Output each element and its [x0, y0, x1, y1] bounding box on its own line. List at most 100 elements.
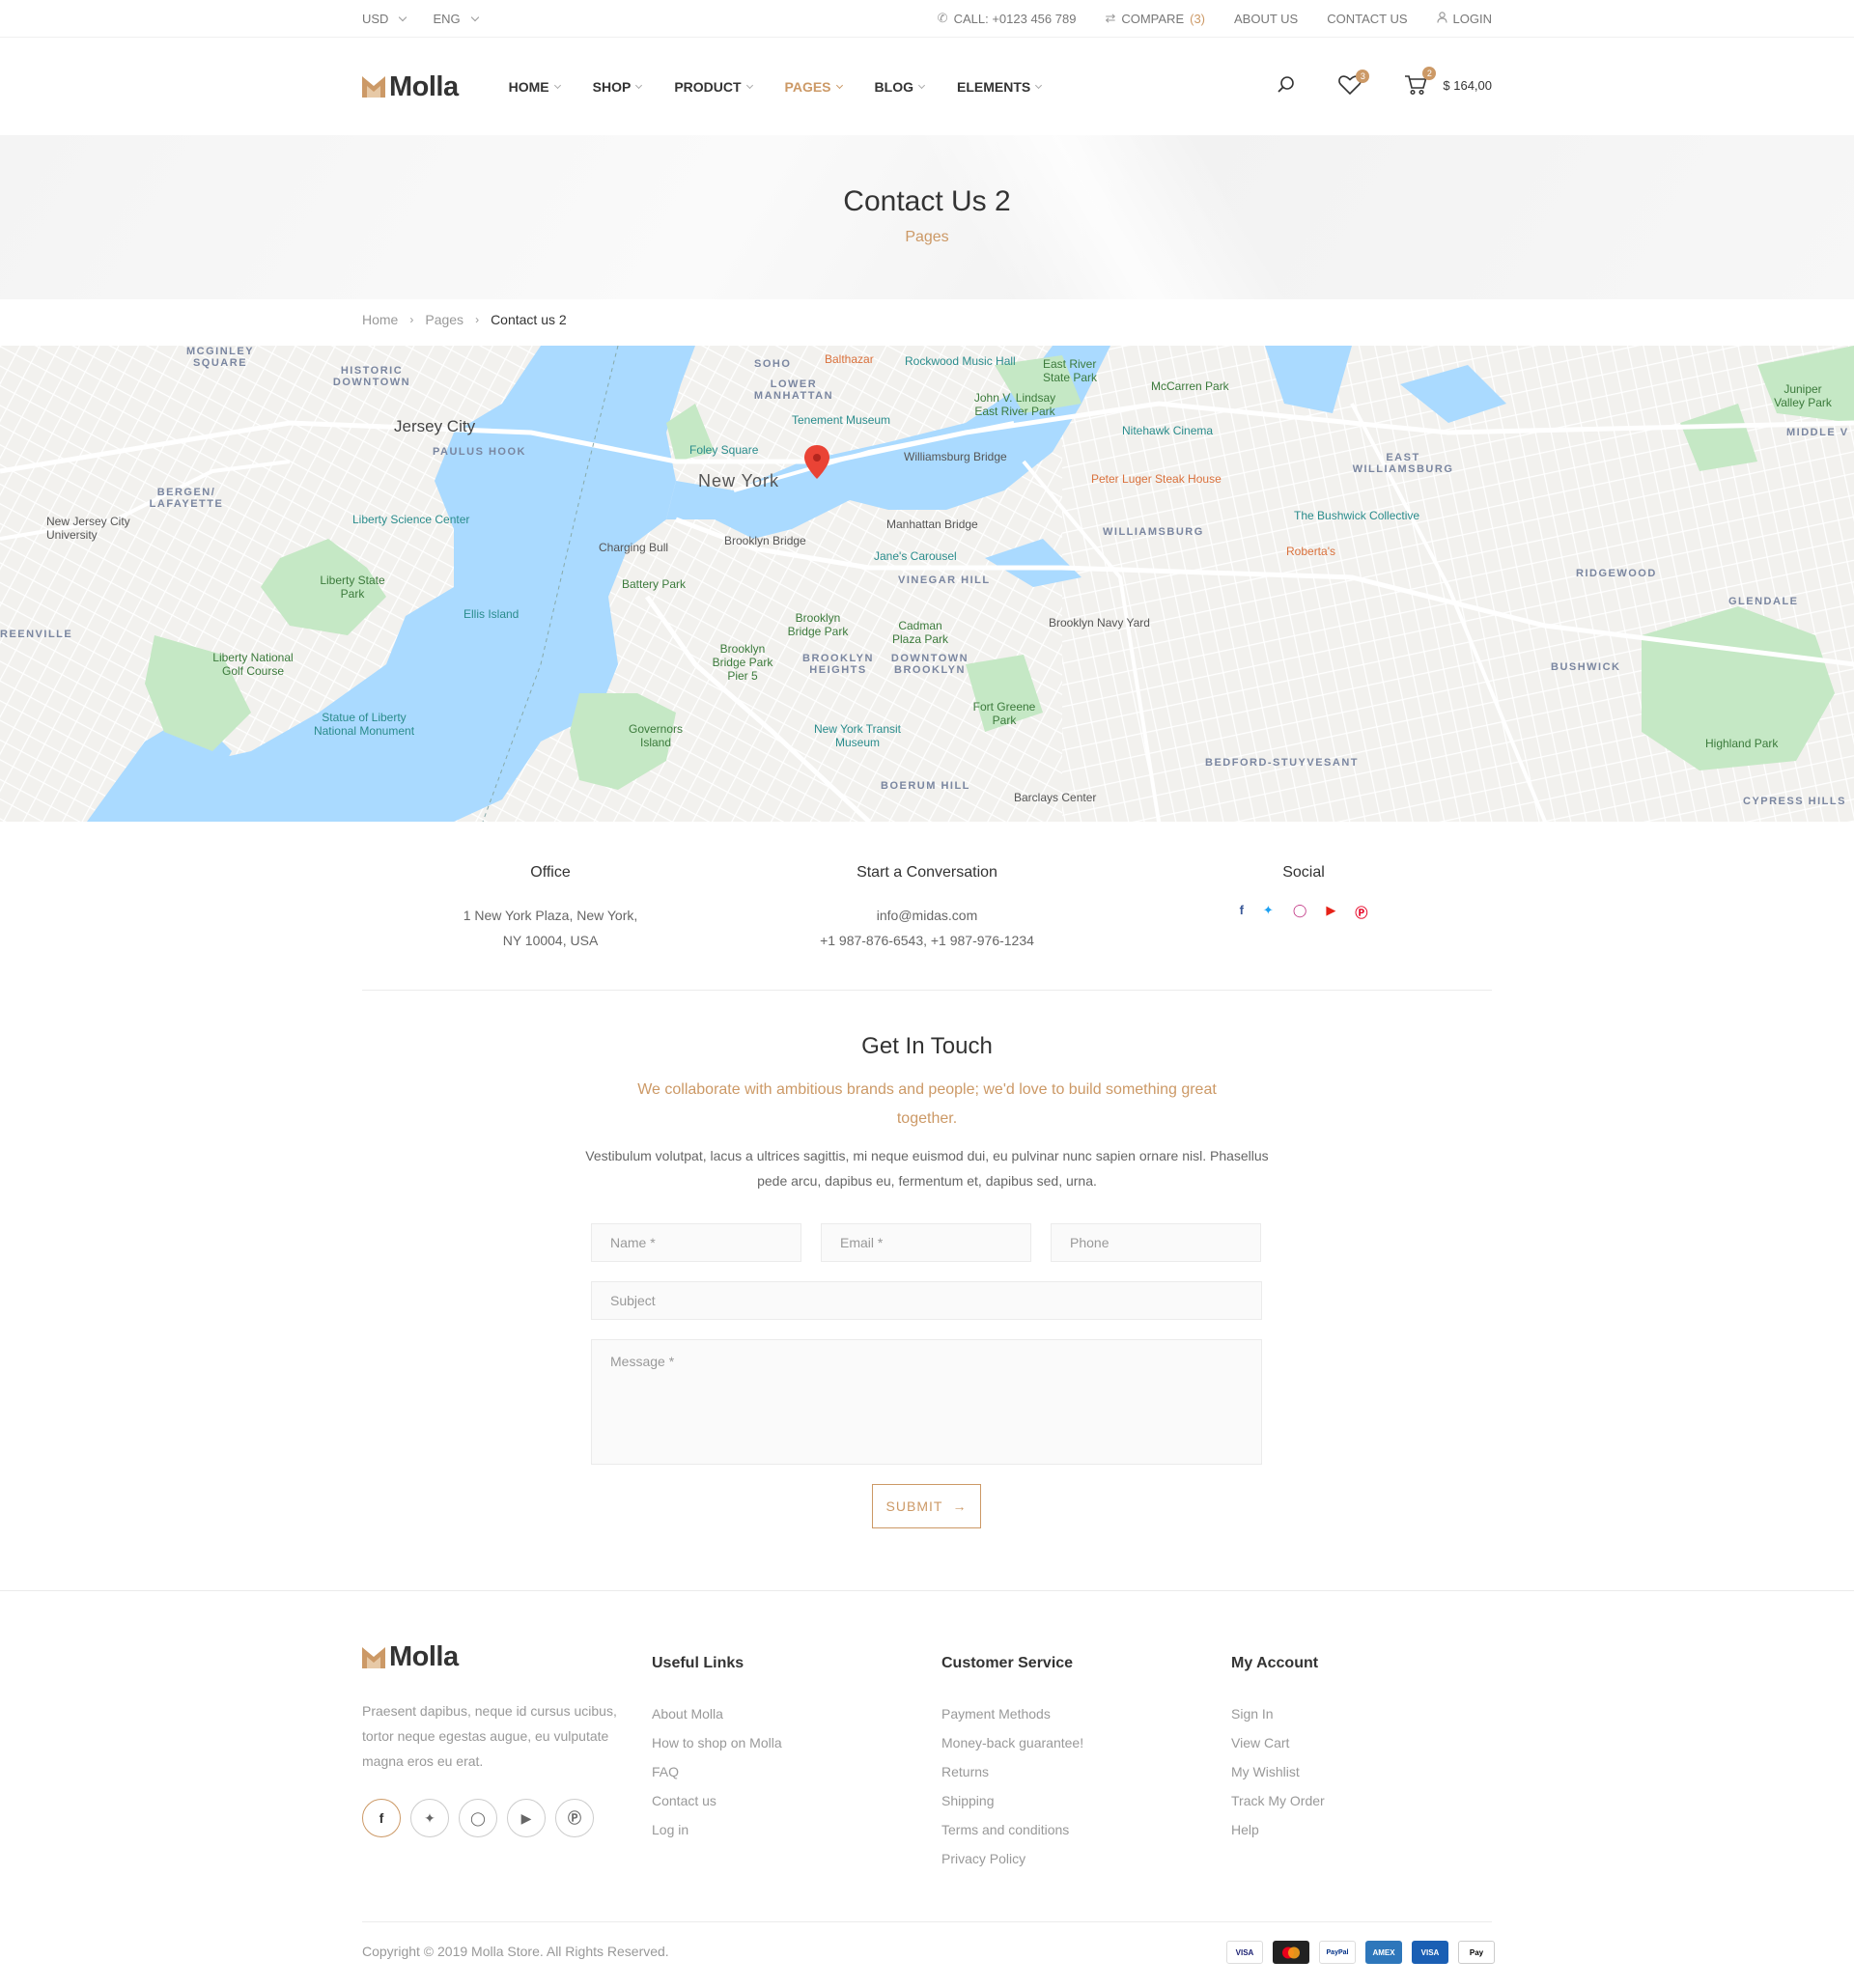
compare-count: (3)	[1190, 11, 1205, 26]
map-label: Balthazar	[825, 352, 874, 366]
chevron-down-icon	[553, 81, 561, 90]
get-in-touch-lead: We collaborate with ambitious brands and…	[637, 1081, 1217, 1127]
footer-link[interactable]: Privacy Policy	[941, 1844, 1231, 1873]
wishlist-count-badge: 3	[1356, 69, 1370, 83]
heart-icon	[1338, 74, 1362, 98]
footer-link[interactable]: Help	[1231, 1815, 1492, 1844]
compare-link[interactable]: ⇄ COMPARE (3)	[1105, 11, 1205, 26]
name-input[interactable]	[591, 1223, 801, 1262]
nav-blog[interactable]: BLOG	[875, 79, 926, 95]
cart-total: $ 164,00	[1443, 77, 1492, 93]
footer-link[interactable]: Returns	[941, 1757, 1231, 1786]
social-info: Social f ✦ ◯ ▶ Ⓟ	[1115, 864, 1492, 953]
map-label: MIDDLE V	[1786, 427, 1849, 438]
map-label: Brooklyn Bridge Park	[787, 611, 849, 638]
footer-link[interactable]: About Molla	[652, 1699, 941, 1728]
wishlist-button[interactable]: 3	[1338, 69, 1370, 99]
footer-link[interactable]: Track My Order	[1231, 1786, 1492, 1815]
social-links: f ✦ ◯ ▶ Ⓟ	[1115, 903, 1492, 921]
email-input[interactable]	[821, 1223, 1031, 1262]
footer-link[interactable]: Shipping	[941, 1786, 1231, 1815]
pinterest-icon[interactable]: Ⓟ	[1355, 903, 1367, 921]
map-label: Rockwood Music Hall	[905, 354, 1016, 368]
footer-about: Molla Praesent dapibus, neque id cursus …	[362, 1641, 652, 1873]
footer-link[interactable]: Contact us	[652, 1786, 941, 1815]
logo-mark-icon	[362, 76, 385, 98]
currency-label: USD	[362, 11, 389, 26]
nav-product[interactable]: PRODUCT	[674, 79, 753, 95]
cart-icon-wrap: 2	[1404, 66, 1437, 100]
nav-elements[interactable]: ELEMENTS	[957, 79, 1043, 95]
subject-input[interactable]	[591, 1281, 1262, 1320]
youtube-icon[interactable]: ▶	[1326, 903, 1335, 921]
contact-phones[interactable]: +1 987-876-6543, +1 987-976-1234	[739, 928, 1115, 953]
map-label: New York Transit Museum	[813, 722, 902, 749]
chevron-down-icon	[835, 81, 843, 90]
facebook-icon[interactable]: f	[1240, 903, 1244, 921]
footer-link[interactable]: Terms and conditions	[941, 1815, 1231, 1844]
arrow-right-icon: →	[952, 1498, 968, 1514]
cart-button[interactable]: 2 $ 164,00	[1404, 66, 1492, 100]
chevron-down-icon	[470, 13, 479, 21]
phone-input[interactable]	[1051, 1223, 1261, 1262]
language-dropdown[interactable]: ENG	[433, 12, 479, 26]
map-label: REENVILLE	[0, 629, 73, 640]
nav-home[interactable]: HOME	[509, 79, 561, 95]
contact-email[interactable]: info@midas.com	[739, 903, 1115, 928]
breadcrumb-home[interactable]: Home	[362, 312, 398, 327]
cart-count-badge: 2	[1422, 66, 1437, 80]
footer-link[interactable]: My Wishlist	[1231, 1757, 1492, 1786]
footer-link[interactable]: FAQ	[652, 1757, 941, 1786]
conversation-title: Start a Conversation	[857, 864, 997, 881]
customer-service-title: Customer Service	[941, 1655, 1074, 1671]
map-label: Juniper Valley Park	[1774, 382, 1832, 409]
pinterest-icon[interactable]: Ⓟ	[555, 1799, 594, 1837]
breadcrumb-pages[interactable]: Pages	[425, 312, 464, 327]
nav-pages-label: PAGES	[784, 79, 831, 95]
twitter-icon[interactable]: ✦	[410, 1799, 449, 1837]
footer-link[interactable]: Payment Methods	[941, 1699, 1231, 1728]
youtube-icon[interactable]: ▶	[507, 1799, 546, 1837]
nav-shop[interactable]: SHOP	[593, 79, 643, 95]
footer-link[interactable]: Money-back guarantee!	[941, 1728, 1231, 1757]
map-label: New York	[698, 471, 780, 490]
footer-link[interactable]: View Cart	[1231, 1728, 1492, 1757]
footer-description: Praesent dapibus, neque id cursus ucibus…	[362, 1703, 617, 1769]
contact-us-link[interactable]: CONTACT US	[1327, 12, 1407, 26]
map-label: Jersey City	[394, 417, 476, 435]
call-label: CALL: +0123 456 789	[953, 11, 1077, 26]
footer-link[interactable]: Log in	[652, 1815, 941, 1844]
message-textarea[interactable]	[591, 1339, 1262, 1465]
login-label: LOGIN	[1452, 11, 1492, 26]
about-us-link[interactable]: ABOUT US	[1234, 12, 1298, 26]
call-link[interactable]: ✆ CALL: +0123 456 789	[938, 11, 1077, 26]
footer-link[interactable]: Sign In	[1231, 1699, 1492, 1728]
nav-product-label: PRODUCT	[674, 79, 742, 95]
footer-link[interactable]: How to shop on Molla	[652, 1728, 941, 1757]
facebook-icon[interactable]: f	[362, 1799, 401, 1837]
map-label: Cadman Plaza Park	[891, 619, 949, 646]
instagram-icon[interactable]: ◯	[1293, 903, 1307, 921]
chevron-down-icon	[745, 81, 753, 90]
map-label: Ellis Island	[464, 607, 520, 621]
twitter-icon[interactable]: ✦	[1263, 903, 1274, 921]
currency-dropdown[interactable]: USD	[362, 11, 407, 26]
login-link[interactable]: LOGIN	[1436, 11, 1492, 26]
map-label: Tenement Museum	[792, 413, 891, 427]
submit-button[interactable]: SUBMIT →	[872, 1484, 981, 1528]
map-label: Liberty State Park	[320, 574, 385, 601]
map-label: BERGEN/ LAFAYETTE	[149, 487, 224, 510]
logo[interactable]: Molla	[362, 71, 459, 103]
chevron-down-icon	[635, 81, 643, 90]
footer-useful-links: Useful Links About Molla How to shop on …	[652, 1641, 941, 1873]
map-label: Roberta's	[1286, 545, 1335, 558]
footer-logo[interactable]: Molla	[362, 1641, 652, 1673]
map-label: Liberty National Golf Course	[212, 651, 294, 678]
footer-logo-text: Molla	[389, 1641, 459, 1672]
search-button[interactable]	[1277, 75, 1296, 99]
nav-pages[interactable]: PAGES	[784, 79, 843, 95]
contact-form	[591, 1223, 1262, 1465]
google-map[interactable]: New York Jersey City WILLIAMSBURG EAST W…	[0, 346, 1854, 822]
cart-icon	[1404, 74, 1427, 99]
instagram-icon[interactable]: ◯	[459, 1799, 497, 1837]
